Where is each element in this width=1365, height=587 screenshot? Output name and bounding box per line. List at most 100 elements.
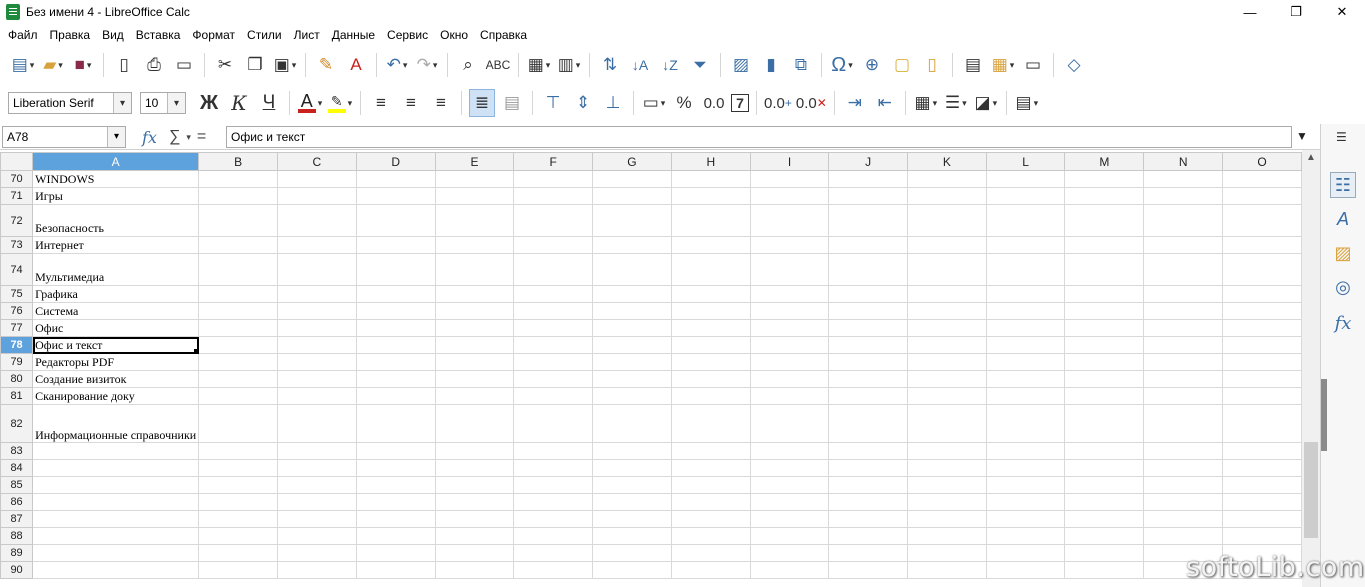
row-header[interactable]: 70 — [0, 170, 34, 188]
function-wizard-icon[interactable]: fx — [142, 128, 157, 147]
cell[interactable] — [513, 170, 594, 188]
cell[interactable] — [1222, 442, 1302, 460]
cell[interactable] — [1143, 476, 1224, 494]
cell[interactable] — [1222, 353, 1302, 371]
percent-format-button[interactable]: % — [671, 89, 697, 117]
hyperlink-icon[interactable]: ⊕ — [859, 51, 885, 79]
cell[interactable] — [592, 302, 672, 320]
cell[interactable] — [906, 236, 987, 254]
cell[interactable] — [670, 319, 751, 337]
cell[interactable] — [1064, 387, 1145, 405]
cell[interactable] — [906, 187, 987, 205]
cell[interactable] — [198, 253, 278, 286]
cell[interactable] — [198, 170, 278, 188]
clone-formatting-icon[interactable]: ✎ — [313, 51, 339, 79]
cell[interactable] — [1222, 476, 1302, 494]
cell[interactable] — [434, 561, 515, 579]
cell[interactable] — [670, 442, 751, 460]
cell[interactable] — [513, 527, 594, 545]
cell-a79[interactable]: Редакторы PDF — [32, 353, 200, 371]
cell[interactable] — [276, 336, 357, 354]
cell[interactable] — [355, 459, 436, 477]
cell[interactable] — [1222, 459, 1302, 477]
cell[interactable] — [592, 187, 672, 205]
cell-a90[interactable] — [32, 561, 200, 579]
cell-a80[interactable]: Создание визиток — [32, 370, 200, 388]
cell-a77[interactable]: Офис — [32, 319, 200, 337]
row-header[interactable]: 82 — [0, 404, 34, 443]
cell[interactable] — [198, 302, 278, 320]
cell[interactable] — [828, 442, 908, 460]
cell[interactable] — [828, 285, 908, 303]
navigator-icon[interactable]: ◎ — [1330, 274, 1356, 300]
cell[interactable] — [355, 442, 436, 460]
cell[interactable] — [906, 459, 987, 477]
cell[interactable] — [513, 442, 594, 460]
column-header-f[interactable]: F — [513, 152, 594, 171]
cell[interactable] — [276, 561, 357, 579]
cell[interactable] — [1064, 459, 1145, 477]
cell[interactable] — [434, 336, 515, 354]
cell[interactable] — [592, 319, 672, 337]
cell[interactable] — [985, 459, 1066, 477]
copy-icon[interactable]: ❐ — [242, 51, 268, 79]
row-header[interactable]: 87 — [0, 510, 34, 528]
cell[interactable] — [828, 510, 908, 528]
cell[interactable] — [513, 253, 594, 286]
cell[interactable] — [592, 253, 672, 286]
cell[interactable] — [276, 170, 357, 188]
cell[interactable] — [592, 353, 672, 371]
cell[interactable] — [276, 404, 357, 443]
cell[interactable] — [434, 319, 515, 337]
cell[interactable] — [1064, 370, 1145, 388]
cell[interactable] — [906, 319, 987, 337]
select-all-corner[interactable] — [0, 152, 34, 171]
cell[interactable] — [1222, 204, 1302, 237]
menu-format[interactable]: Формат — [186, 24, 241, 46]
cell[interactable] — [985, 285, 1066, 303]
cell[interactable] — [434, 204, 515, 237]
equals-icon[interactable]: = — [197, 128, 206, 146]
cell[interactable] — [985, 302, 1066, 320]
border-style-icon[interactable]: ☰ — [943, 89, 969, 117]
cell[interactable] — [1143, 285, 1224, 303]
cell[interactable] — [592, 459, 672, 477]
cell[interactable] — [749, 561, 830, 579]
spreadsheet-grid[interactable]: A B C D E F G H I J K L M N O 70 WINDOWS 7… — [0, 152, 1302, 587]
cell[interactable] — [670, 561, 751, 579]
cell[interactable] — [1222, 187, 1302, 205]
cell-a87[interactable] — [32, 510, 200, 528]
cell[interactable] — [828, 236, 908, 254]
cell-a89[interactable] — [32, 544, 200, 562]
cell[interactable] — [513, 336, 594, 354]
cell[interactable] — [434, 476, 515, 494]
cell[interactable] — [749, 253, 830, 286]
cell[interactable] — [198, 204, 278, 237]
cell[interactable] — [513, 387, 594, 405]
cell[interactable] — [513, 459, 594, 477]
cell[interactable] — [276, 353, 357, 371]
cell[interactable] — [434, 527, 515, 545]
cell[interactable] — [355, 370, 436, 388]
cell[interactable] — [670, 204, 751, 237]
cell[interactable] — [670, 510, 751, 528]
cell[interactable] — [513, 204, 594, 237]
row-header[interactable]: 84 — [0, 459, 34, 477]
cell[interactable] — [355, 510, 436, 528]
cell[interactable] — [592, 236, 672, 254]
cell[interactable] — [906, 476, 987, 494]
properties-icon[interactable]: ☷ — [1330, 172, 1356, 198]
cell[interactable] — [592, 510, 672, 528]
cell-a78[interactable]: Офис и текст — [32, 336, 200, 354]
cell-a76[interactable]: Система — [32, 302, 200, 320]
cell[interactable] — [906, 561, 987, 579]
row-header[interactable]: 71 — [0, 187, 34, 205]
formula-input[interactable]: Офис и текст — [226, 126, 1292, 148]
decrease-indent-icon[interactable]: ⇤ — [872, 89, 898, 117]
cell[interactable] — [1143, 302, 1224, 320]
increase-indent-icon[interactable]: ⇥ — [842, 89, 868, 117]
gallery-icon[interactable]: ▨ — [1330, 240, 1356, 266]
cell[interactable] — [355, 527, 436, 545]
redo-icon[interactable]: ↷ — [414, 51, 440, 79]
column-header-l[interactable]: L — [985, 152, 1066, 171]
